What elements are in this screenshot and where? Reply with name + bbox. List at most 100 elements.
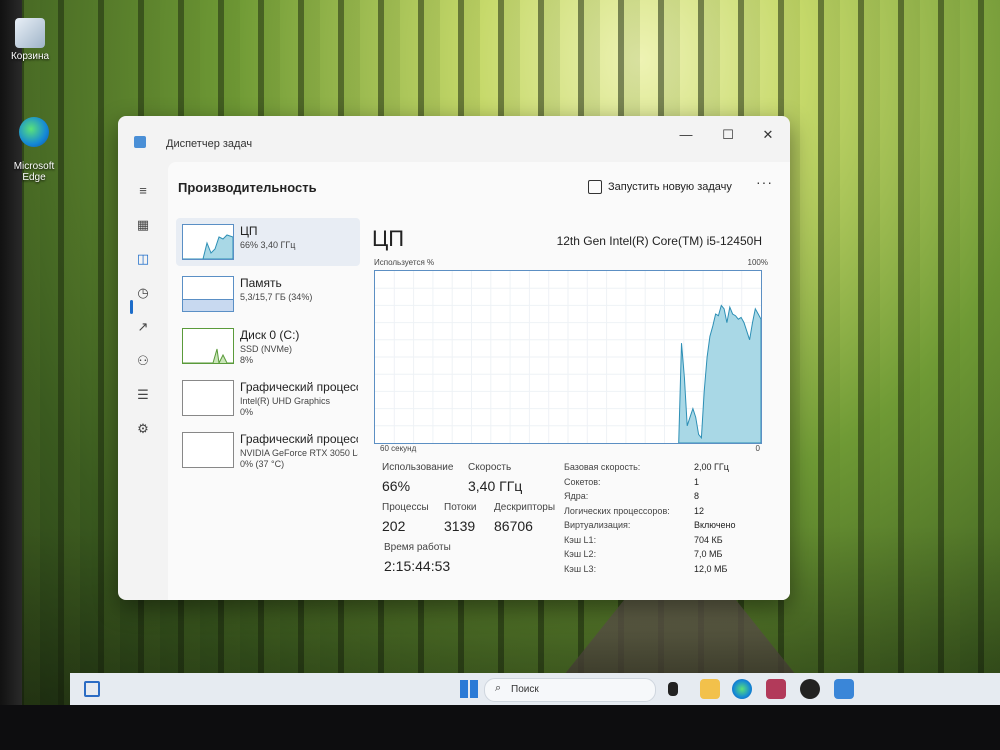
performance-page: Производительность Запустить новую задач…: [168, 162, 790, 600]
uptime-value: 2:15:44:53: [384, 558, 451, 574]
spec-value: 12: [694, 505, 705, 516]
resource-item-gpu0[interactable]: Графический процессор 0 Intel(R) UHD Gra…: [176, 374, 360, 422]
menu-icon[interactable]: ≡: [134, 182, 152, 200]
spec-label: Кэш L1:: [564, 534, 597, 545]
app-history-icon[interactable]: ◷: [134, 284, 152, 302]
run-new-task-button[interactable]: Запустить новую задачу: [588, 176, 732, 198]
cpu-usage-graph-svg: [375, 271, 762, 444]
task-view-icon[interactable]: [668, 682, 678, 696]
cpu-thumbnail: [182, 224, 234, 260]
threads-label: Потоки: [444, 502, 477, 513]
spec-value: 8: [694, 491, 700, 501]
resource-item-cpu[interactable]: ЦП 66% 3,40 ГГц: [176, 218, 360, 266]
details-icon[interactable]: ☰: [134, 386, 152, 404]
spec-value: 1: [694, 476, 700, 487]
close-button[interactable]: ✕: [748, 122, 788, 148]
desktop-icon-label: Корзина: [10, 51, 50, 62]
performance-icon[interactable]: ◫: [134, 250, 152, 268]
task-manager-icon[interactable]: [834, 679, 854, 699]
resource-usage: 0%: [240, 407, 254, 417]
desktop-icon-label: Microsoft Edge: [13, 161, 55, 183]
taskbar-search[interactable]: ⌕ Поиск: [484, 678, 656, 702]
gpu0-thumbnail: [182, 380, 234, 416]
resource-name: Память: [240, 276, 282, 290]
spec-label: Логических процессоров:: [564, 505, 670, 516]
resource-item-memory[interactable]: Память 5,3/15,7 ГБ (34%): [176, 270, 360, 318]
resource-usage: 0% (37 °C): [240, 459, 285, 469]
speed-label: Скорость: [468, 462, 512, 473]
spec-value: 2,00 ГГц: [694, 462, 729, 472]
spec-value: 12,0 МБ: [694, 563, 728, 574]
resource-name: Графический процессор 1: [240, 432, 358, 446]
usage-value: 66%: [382, 478, 411, 494]
recycle-bin-icon: [15, 18, 45, 48]
disk-thumbnail: [182, 328, 234, 364]
resource-item-disk[interactable]: Диск 0 (C:) SSD (NVMe) 8%: [176, 322, 360, 370]
spec-value: Включено: [694, 520, 736, 530]
minimize-button[interactable]: —: [666, 122, 706, 148]
nav-rail: ≡ ▦ ◫ ◷ ↗ ⚇ ☰ ⚙: [118, 162, 168, 600]
desktop-icon-edge[interactable]: Microsoft Edge: [4, 106, 64, 194]
resource-name: ЦП: [240, 224, 258, 238]
spec-value: 704 КБ: [694, 534, 723, 545]
spec-value: 7,0 МБ: [694, 549, 723, 559]
resource-detail: 5,3/15,7 ГБ (34%): [240, 292, 313, 302]
window-title: Диспетчер задач: [166, 138, 253, 150]
usage-label: Использование: [382, 462, 454, 473]
disk-thumbnail-graph: [183, 348, 233, 363]
task-manager-window: Диспетчер задач — ☐ ✕ ≡ ▦ ◫ ◷ ↗ ⚇ ☰ ⚙ ⚙ …: [118, 116, 790, 600]
resource-name: Графический процессор 0: [240, 380, 358, 394]
memory-fill: [183, 299, 233, 311]
spec-label: Базовая скорость:: [564, 462, 641, 472]
resource-detail: Intel(R) UHD Graphics: [240, 396, 331, 406]
more-options-button[interactable]: ···: [756, 174, 773, 190]
memory-thumbnail: [182, 276, 234, 312]
edge-icon: [19, 117, 49, 147]
taskbar: ⌕ Поиск: [70, 673, 1000, 705]
graph-min-label: 0: [755, 444, 760, 453]
start-icon[interactable]: [460, 680, 478, 698]
search-icon: ⌕: [495, 682, 502, 694]
processes-icon[interactable]: ▦: [134, 216, 152, 234]
title-bar[interactable]: Диспетчер задач — ☐ ✕: [118, 116, 790, 162]
cpu-title: ЦП: [372, 226, 405, 251]
task-manager-app-icon: [134, 136, 146, 148]
handles-value: 86706: [494, 518, 533, 534]
nav-active-indicator: [130, 300, 133, 314]
folder-icon[interactable]: [700, 679, 720, 699]
maximize-button[interactable]: ☐: [708, 122, 748, 148]
cpu-usage-graph: [374, 270, 762, 444]
spec-label: Кэш L3:: [564, 563, 597, 574]
resource-name: Диск 0 (C:): [240, 328, 300, 342]
threads-value: 3139: [444, 518, 476, 534]
services-icon[interactable]: ⚙: [134, 420, 152, 438]
widgets-icon[interactable]: [84, 681, 100, 697]
resource-detail: SSD (NVMe): [240, 344, 293, 354]
speed-value: 3,40 ГГц: [468, 478, 523, 494]
graph-axis-label: Используется %: [374, 258, 435, 267]
resource-usage: 8%: [240, 355, 254, 365]
run-new-task-label: Запустить новую задачу: [608, 181, 732, 193]
users-icon[interactable]: ⚇: [134, 352, 152, 370]
uptime-label: Время работы: [384, 542, 451, 553]
resource-item-gpu1[interactable]: Графический процессор 1 NVIDIA GeForce R…: [176, 426, 360, 474]
cpu-model: 12th Gen Intel(R) Core(TM) i5-12450H: [556, 234, 762, 248]
resource-detail: NVIDIA GeForce RTX 3050 Laptop GPU: [240, 448, 358, 458]
page-title: Производительность: [178, 180, 317, 195]
handles-label: Дескрипторы: [494, 502, 556, 513]
edge-icon[interactable]: [732, 679, 752, 699]
spec-label: Виртуализация:: [564, 520, 631, 530]
store-icon[interactable]: [766, 679, 786, 699]
cpu-thumbnail-graph: [183, 234, 233, 259]
graph-max-label: 100%: [747, 258, 768, 267]
desktop-icon-recycle-bin[interactable]: Корзина: [0, 18, 60, 62]
new-task-icon: [588, 180, 602, 194]
graph-time-label: 60 секунд: [380, 444, 417, 453]
startup-apps-icon[interactable]: ↗: [134, 318, 152, 336]
resource-detail: 66% 3,40 ГГц: [240, 240, 296, 250]
xbox-icon[interactable]: [800, 679, 820, 699]
processes-value: 202: [382, 518, 406, 534]
spec-label: Кэш L2:: [564, 549, 597, 559]
cpu-detail-panel: ЦП 12th Gen Intel(R) Core(TM) i5-12450H …: [368, 218, 782, 598]
processes-label: Процессы: [382, 502, 429, 513]
